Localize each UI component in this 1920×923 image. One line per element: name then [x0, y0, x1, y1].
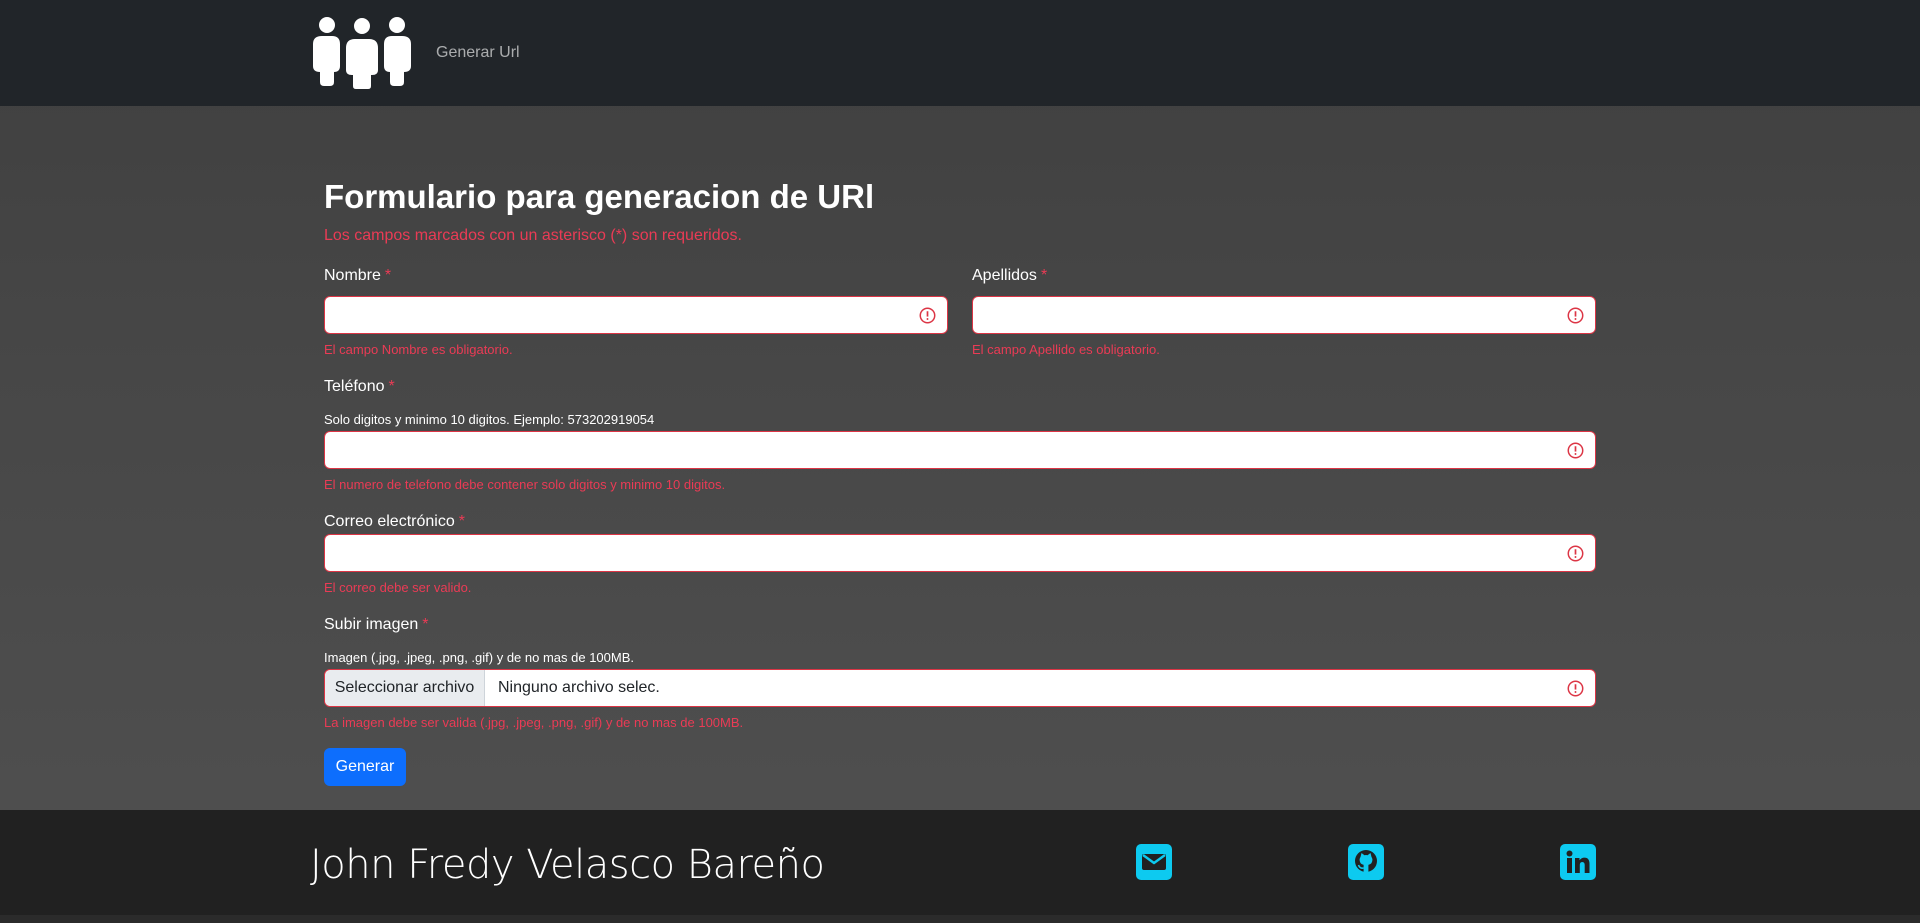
correo-error: El correo debe ser valido.: [324, 580, 472, 595]
nav-link-generar-url[interactable]: Generar Url: [436, 44, 520, 62]
correo-input[interactable]: [325, 535, 1595, 571]
correo-label-text: Correo electrónico: [324, 513, 455, 530]
author-name: John Fredy Velasco Bareño: [310, 842, 825, 888]
form-title: Formulario para generacion de URl: [324, 178, 875, 215]
telefono-label: Teléfono *: [324, 378, 395, 396]
required-asterisk: *: [422, 616, 429, 633]
linkedin-icon: [1560, 844, 1596, 880]
generar-button[interactable]: Generar: [324, 748, 406, 786]
apellidos-field: [972, 296, 1596, 334]
imagen-label: Subir imagen *: [324, 616, 429, 634]
email-icon: [1136, 844, 1172, 880]
nombre-field: [324, 296, 948, 334]
linkedin-link[interactable]: [1560, 844, 1596, 880]
required-fields-note: Los campos marcados con un asterisco (*)…: [324, 227, 742, 244]
footer: John Fredy Velasco Bareño: [0, 810, 1920, 915]
required-asterisk: *: [1040, 267, 1048, 284]
nombre-input[interactable]: [325, 297, 947, 333]
github-link[interactable]: [1348, 844, 1384, 880]
invalid-icon: [1567, 680, 1584, 697]
imagen-help: Imagen (.jpg, .jpeg, .png, .gif) y de no…: [324, 650, 635, 665]
correo-field: [324, 534, 1596, 572]
telefono-help: Solo digitos y minimo 10 digitos. Ejempl…: [324, 412, 655, 427]
imagen-file-field[interactable]: Seleccionar archivo Ninguno archivo sele…: [324, 669, 1596, 707]
telefono-error: El numero de telefono debe contener solo…: [324, 477, 726, 492]
invalid-icon: [1567, 545, 1584, 562]
telefono-field: [324, 431, 1596, 469]
invalid-icon: [1567, 307, 1584, 324]
bottom-strip: [0, 915, 1920, 923]
email-link[interactable]: [1136, 844, 1172, 880]
required-asterisk: *: [458, 513, 465, 530]
apellidos-error: El campo Apellido es obligatorio.: [972, 342, 1160, 357]
people-group-icon: [313, 16, 411, 91]
apellidos-label: Apellidos *: [972, 267, 1047, 285]
imagen-error: La imagen debe ser valida (.jpg, .jpeg, …: [324, 715, 744, 730]
required-asterisk: *: [384, 267, 392, 284]
file-status-text: Ninguno archivo selec.: [498, 679, 660, 696]
required-asterisk: *: [388, 378, 395, 395]
nombre-error: El campo Nombre es obligatorio.: [324, 342, 513, 357]
invalid-icon: [1567, 442, 1584, 459]
navbar: Generar Url: [0, 0, 1920, 106]
telefono-input[interactable]: [325, 432, 1595, 468]
nombre-label-text: Nombre: [324, 267, 381, 284]
correo-label: Correo electrónico *: [324, 513, 465, 531]
imagen-label-text: Subir imagen: [324, 616, 419, 633]
apellidos-input[interactable]: [973, 297, 1595, 333]
invalid-icon: [919, 307, 936, 324]
brand-logo[interactable]: [310, 16, 414, 91]
nombre-label: Nombre *: [324, 267, 391, 285]
github-icon: [1348, 844, 1384, 880]
apellidos-label-text: Apellidos: [972, 267, 1037, 284]
telefono-label-text: Teléfono: [324, 378, 385, 395]
select-file-button[interactable]: Seleccionar archivo: [325, 670, 485, 706]
